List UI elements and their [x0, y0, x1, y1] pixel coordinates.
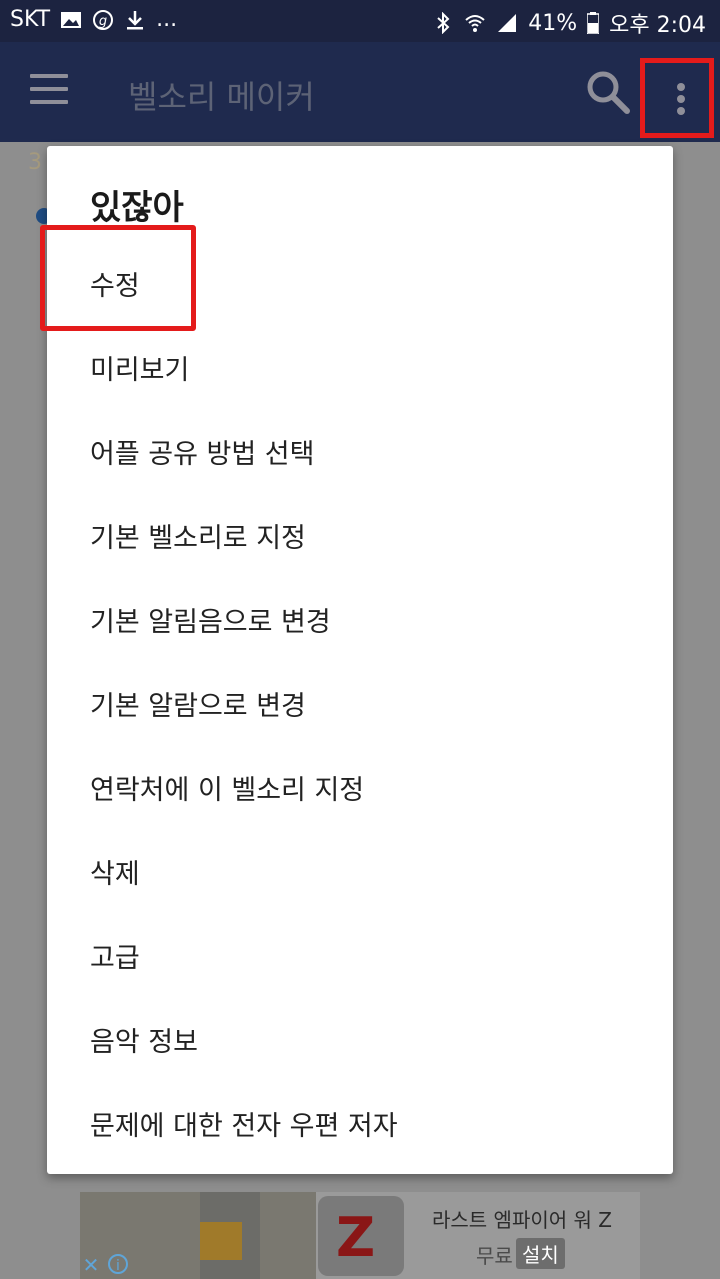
carrier-label: SKT — [10, 7, 51, 32]
menu-item-set-notification[interactable]: 기본 알림음으로 변경 — [47, 578, 673, 662]
menu-item-label: 기본 벨소리로 지정 — [90, 523, 306, 554]
status-bar: SKT g ... 41% 오후 2:04 — [0, 0, 720, 42]
gallery-icon — [61, 11, 82, 28]
app-title: 벨소리 메이커 — [128, 78, 315, 116]
menu-item-label: 미리보기 — [90, 355, 190, 386]
ad-close-icon[interactable]: ✕ — [80, 1254, 102, 1276]
menu-item-label: 삭제 — [90, 859, 140, 890]
menu-item-assign-contact[interactable]: 연락처에 이 벨소리 지정 — [47, 746, 673, 830]
svg-text:g: g — [99, 14, 107, 29]
overflow-menu-button[interactable] — [640, 58, 714, 138]
hamburger-menu-icon[interactable] — [30, 74, 68, 110]
g-app-icon: g — [93, 9, 114, 30]
battery-icon — [587, 12, 600, 34]
menu-item-music-info[interactable]: 음악 정보 — [47, 998, 673, 1082]
wifi-icon — [465, 15, 485, 32]
menu-title: 있잖아 — [90, 188, 184, 228]
ad-info-icon[interactable]: i — [108, 1254, 128, 1274]
ad-title: 라스트 엠파이어 워 Z — [432, 1208, 612, 1232]
list-count-partial: 3 — [28, 150, 42, 175]
menu-item-edit[interactable]: 수정 — [40, 225, 673, 331]
ad-install-button[interactable]: 설치 — [516, 1238, 565, 1269]
ad-app-icon: Z — [318, 1196, 404, 1276]
menu-item-label: 연락처에 이 벨소리 지정 — [90, 775, 365, 806]
menu-item-set-alarm[interactable]: 기본 알람으로 변경 — [47, 662, 673, 746]
context-menu: 있잖아 수정 미리보기 어플 공유 방법 선택 기본 벨소리로 지정 기본 알림… — [40, 146, 673, 1174]
menu-item-label: 어플 공유 방법 선택 — [90, 439, 315, 470]
more-notifications-label: ... — [156, 7, 178, 32]
signal-icon — [498, 14, 517, 32]
menu-item-delete[interactable]: 삭제 — [47, 830, 673, 914]
menu-item-advanced[interactable]: 고급 — [47, 914, 673, 998]
menu-item-label: 음악 정보 — [90, 1027, 198, 1058]
battery-percent: 41% — [528, 10, 578, 36]
menu-item-label: 고급 — [90, 943, 140, 974]
menu-item-share[interactable]: 어플 공유 방법 선택 — [47, 410, 673, 494]
menu-item-preview[interactable]: 미리보기 — [47, 326, 673, 410]
menu-item-label: 기본 알람으로 변경 — [90, 691, 306, 722]
more-vert-icon — [677, 83, 685, 91]
menu-item-label: 수정 — [90, 271, 140, 302]
ad-price: 무료 — [476, 1244, 513, 1268]
bluetooth-icon — [437, 12, 450, 34]
menu-item-set-ringtone[interactable]: 기본 벨소리로 지정 — [47, 494, 673, 578]
menu-item-label: 문제에 대한 전자 우편 저자 — [90, 1111, 398, 1142]
download-icon — [127, 10, 144, 29]
menu-item-email-author[interactable]: 문제에 대한 전자 우편 저자 — [47, 1082, 673, 1166]
search-icon[interactable] — [584, 68, 632, 116]
ad-banner[interactable]: ✕ i Z 라스트 엠파이어 워 Z 무료 설치 — [80, 1192, 640, 1279]
menu-item-label: 기본 알림음으로 변경 — [90, 607, 331, 638]
app-bar: 벨소리 메이커 — [0, 42, 720, 142]
clock: 오후 2:04 — [609, 13, 706, 38]
